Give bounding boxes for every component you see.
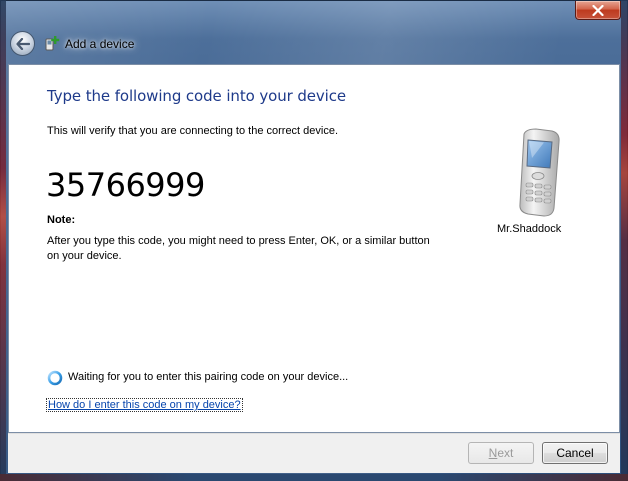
device-name: Mr.Shaddock: [497, 223, 562, 235]
next-button[interactable]: Next: [468, 442, 534, 464]
back-button[interactable]: [10, 31, 35, 56]
note-label: Note:: [47, 214, 76, 226]
frame-bottom-edge: [0, 474, 628, 481]
busy-spinner-icon: [47, 370, 63, 386]
content-area: Type the following code into your device…: [8, 64, 620, 433]
page-subtitle: This will verify that you are connecting…: [47, 125, 339, 137]
add-device-icon: [45, 36, 60, 51]
back-arrow-icon: [15, 37, 30, 50]
next-label-rest: ext: [497, 446, 514, 460]
close-button[interactable]: [575, 1, 621, 20]
cancel-button[interactable]: Cancel: [542, 442, 608, 464]
button-bar: Next Cancel: [8, 433, 620, 473]
frame-left-edge: [0, 0, 6, 481]
help-link[interactable]: How do I enter this code on my device?: [46, 398, 243, 412]
close-icon: [592, 4, 604, 16]
page-heading: Type the following code into your device: [47, 87, 347, 105]
pairing-code: 35766999: [46, 166, 205, 204]
window-title: Add a device: [65, 37, 135, 51]
note-text: After you type this code, you might need…: [47, 235, 430, 262]
mobile-phone-icon: [519, 128, 560, 217]
status-text: Waiting for you to enter this pairing co…: [68, 371, 349, 383]
frame-right-edge: [621, 0, 628, 481]
